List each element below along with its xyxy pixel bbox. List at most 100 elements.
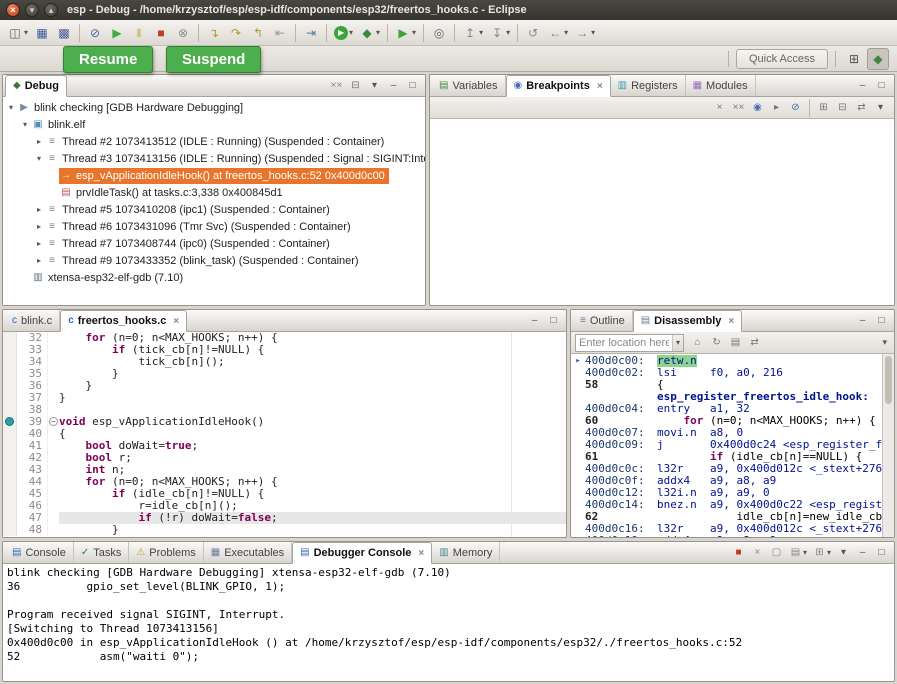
location-input[interactable] — [576, 337, 672, 349]
collapse-icon[interactable]: ▾ — [19, 120, 31, 129]
skip-all-breakpoints-button[interactable]: ⊘ — [786, 99, 805, 117]
tab-debugger-console[interactable]: ▤Debugger Console× — [292, 542, 432, 564]
window-close-button[interactable]: × — [6, 3, 20, 17]
dropdown-arrow-icon[interactable]: ▾ — [349, 28, 353, 37]
code-editor[interactable]: 32 for (n=0; n<MAX_HOOKS; n++) {33 if (t… — [3, 332, 566, 537]
last-edit-location-button[interactable]: ↺ — [522, 22, 544, 44]
dropdown-arrow-icon[interactable]: ▾ — [412, 28, 416, 37]
search-button[interactable]: ◎ — [428, 22, 450, 44]
tab-console[interactable]: ▤Console — [5, 542, 74, 563]
disassembly-line[interactable]: 400d0c19:addx4 a9, a8, a9 — [571, 535, 894, 537]
expand-icon[interactable]: ▸ — [33, 137, 45, 146]
clear-console-button[interactable]: ▢ — [767, 544, 786, 562]
skip-all-breakpoints-button[interactable]: ⊘ — [84, 22, 106, 44]
tab-variables[interactable]: ▤Variables — [432, 75, 506, 96]
open-perspective-button[interactable]: ⊞ — [843, 48, 865, 70]
debug-tree-item[interactable]: ▸≡Thread #2 1073413512 (IDLE : Running) … — [3, 133, 425, 150]
tab-tasks[interactable]: ✓Tasks — [74, 542, 130, 563]
location-combo[interactable]: ▾ — [575, 334, 684, 352]
sync-with-active-context-button[interactable]: ⇄ — [745, 334, 764, 352]
minimize-button[interactable]: – — [525, 312, 544, 330]
dropdown-arrow-icon[interactable]: ▾ — [506, 28, 510, 37]
open-console-button[interactable]: ⊞▾ — [810, 544, 834, 562]
go-to-file-for-breakpoint-button[interactable]: ▸ — [767, 99, 786, 117]
collapse-all-button[interactable]: ⊟ — [833, 99, 852, 117]
run-button[interactable]: ▶▾ — [331, 22, 356, 44]
step-over-button[interactable]: ↷ — [225, 22, 247, 44]
home-button[interactable]: ⌂ — [688, 334, 707, 352]
back-button[interactable]: ←▾ — [544, 22, 571, 44]
debug-perspective-button[interactable]: ◆ — [867, 48, 889, 70]
tab-debug[interactable]: ◆Debug — [5, 75, 67, 97]
new-wizard-button[interactable]: ◫▾ — [4, 22, 31, 44]
previous-annotation-button[interactable]: ↥▾ — [459, 22, 486, 44]
tab-memory[interactable]: ▥Memory — [432, 542, 500, 563]
window-maximize-button[interactable]: ▴ — [44, 3, 58, 17]
debug-launch-tree[interactable]: ▾▶blink checking [GDB Hardware Debugging… — [3, 97, 425, 305]
maximize-button[interactable]: □ — [872, 312, 891, 330]
remove-all-terminated-button[interactable]: ×× — [327, 77, 346, 95]
forward-button[interactable]: →▾ — [571, 22, 598, 44]
dropdown-arrow-icon[interactable]: ▾ — [591, 28, 595, 37]
maximize-button[interactable]: □ — [872, 544, 891, 562]
dropdown-arrow-icon[interactable]: ▾ — [376, 28, 380, 37]
view-menu-button[interactable]: ▾ — [365, 77, 384, 95]
link-with-debug-view-button[interactable]: ⇄ — [852, 99, 871, 117]
fold-collapse-icon[interactable]: − — [49, 417, 58, 426]
tab-freertos-hooks-c[interactable]: cfreertos_hooks.c× — [60, 310, 187, 332]
terminate-button[interactable]: ■ — [150, 22, 172, 44]
minimize-button[interactable]: – — [853, 544, 872, 562]
dropdown-arrow-icon[interactable]: ▾ — [479, 28, 483, 37]
minimize-button[interactable]: – — [853, 77, 872, 95]
minimize-button[interactable]: – — [384, 77, 403, 95]
instruction-stepping-button[interactable]: ⇥ — [300, 22, 322, 44]
tab-modules[interactable]: ▦Modules — [686, 75, 756, 96]
expand-icon[interactable]: ▸ — [33, 222, 45, 231]
expand-icon[interactable]: ▸ — [33, 205, 45, 214]
collapse-icon[interactable]: ▾ — [33, 154, 45, 163]
save-all-button[interactable]: ▩ — [53, 22, 75, 44]
dropdown-arrow-icon[interactable]: ▾ — [564, 28, 568, 37]
terminate-button[interactable]: ■ — [729, 544, 748, 562]
code-line[interactable]: 36 } — [3, 380, 566, 392]
remove-selected-breakpoints-button[interactable]: × — [710, 99, 729, 117]
suspend-button[interactable]: ‖ — [128, 22, 150, 44]
debug-button[interactable]: ◆▾ — [356, 22, 383, 44]
remove-all-breakpoints-button[interactable]: ×× — [729, 99, 748, 117]
view-menu-button[interactable]: ▾ — [871, 99, 890, 117]
debug-tree-item[interactable]: ▸≡Thread #9 1073433352 (blink_task) (Sus… — [3, 252, 425, 269]
code-line[interactable]: 48 } — [3, 524, 566, 536]
disassembly-content[interactable]: ▸400d0c00:retw.n400d0c02:lsi f0, a0, 216… — [571, 354, 894, 537]
expand-icon[interactable]: ▸ — [33, 239, 45, 248]
combo-dropdown-icon[interactable]: ▾ — [672, 335, 683, 351]
tab-executables[interactable]: ▦Executables — [204, 542, 292, 563]
next-annotation-button[interactable]: ↧▾ — [486, 22, 513, 44]
dropdown-arrow-icon[interactable]: ▾ — [827, 548, 831, 557]
refresh-view-button[interactable]: ↻ — [707, 334, 726, 352]
drop-to-frame-button[interactable]: ⇤ — [269, 22, 291, 44]
debug-tree-item[interactable]: ▥xtensa-esp32-elf-gdb (7.10) — [3, 269, 425, 286]
close-tab-icon[interactable]: × — [728, 316, 734, 327]
debug-tree-item[interactable]: ▾≡Thread #3 1073413156 (IDLE : Running) … — [3, 150, 425, 167]
expand-all-button[interactable]: ⊞ — [814, 99, 833, 117]
debug-tree-item[interactable]: ▸≡Thread #7 1073408744 (ipc0) (Suspended… — [3, 235, 425, 252]
collapse-icon[interactable]: ▾ — [5, 103, 17, 112]
debug-tree-item[interactable]: ▾▶blink checking [GDB Hardware Debugging… — [3, 99, 425, 116]
close-tab-icon[interactable]: × — [597, 81, 603, 92]
code-line[interactable]: 37} — [3, 392, 566, 404]
code-line[interactable]: 39−void esp_vApplicationIdleHook() — [3, 416, 566, 428]
debug-tree-item[interactable]: ▤prvIdleTask() at tasks.c:3,338 0x400845… — [3, 184, 425, 201]
debug-tree-item[interactable]: ▸≡Thread #6 1073431096 (Tmr Svc) (Suspen… — [3, 218, 425, 235]
tab-problems[interactable]: ⚠Problems — [129, 542, 203, 563]
close-tab-icon[interactable]: × — [173, 316, 179, 327]
save-button[interactable]: ▦ — [31, 22, 53, 44]
debug-tree-item[interactable]: →esp_vApplicationIdleHook() at freertos_… — [3, 167, 425, 184]
maximize-button[interactable]: □ — [872, 77, 891, 95]
scrollbar-thumb[interactable] — [885, 356, 892, 404]
step-return-button[interactable]: ↰ — [247, 22, 269, 44]
tab-blink-c[interactable]: cblink.c — [5, 310, 60, 331]
display-selected-console-button[interactable]: ▤▾ — [786, 544, 810, 562]
quick-access-button[interactable]: Quick Access — [736, 49, 828, 69]
vertical-scrollbar[interactable] — [882, 354, 894, 537]
maximize-button[interactable]: □ — [544, 312, 563, 330]
